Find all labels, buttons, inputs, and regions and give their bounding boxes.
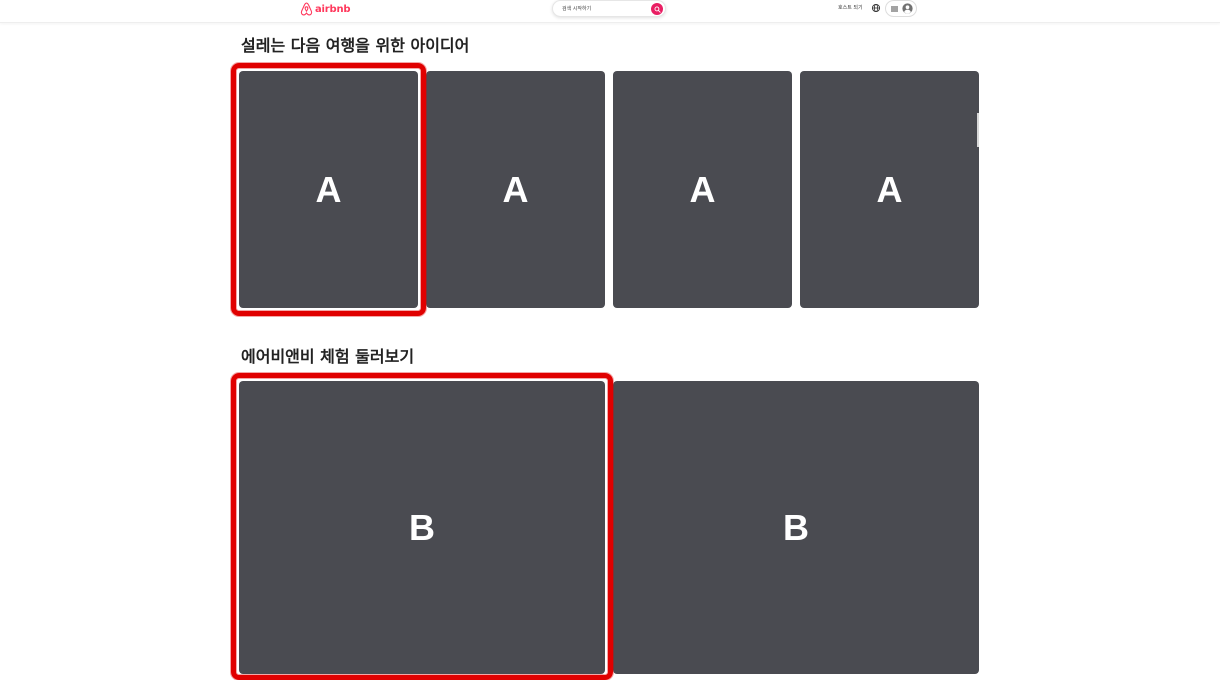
search-icon	[654, 6, 661, 13]
experience-card[interactable]: B	[613, 381, 979, 674]
become-host-link[interactable]: 호스트 되기	[838, 4, 863, 11]
airbnb-logo-icon	[300, 2, 313, 16]
top-navbar: airbnb 검색 시작하기 호스트 되기	[0, 0, 1220, 23]
search-button[interactable]	[651, 3, 663, 15]
profile-menu-button[interactable]	[885, 0, 917, 17]
card-label: A	[315, 168, 342, 210]
airbnb-logo[interactable]: airbnb	[300, 1, 351, 17]
menu-icon	[891, 6, 898, 11]
card-label: A	[502, 168, 529, 210]
section-title-experiences: 에어비앤비 체험 둘러보기	[241, 347, 415, 366]
logo-text: airbnb	[315, 3, 351, 15]
experience-card[interactable]: B	[239, 381, 605, 674]
avatar-icon	[902, 3, 913, 14]
card-label: B	[783, 506, 809, 548]
section-title-travel-ideas: 설레는 다음 여행을 위한 아이디어	[241, 36, 470, 55]
idea-card[interactable]: A	[426, 71, 605, 308]
globe-icon[interactable]	[871, 3, 881, 13]
card-label: A	[876, 168, 903, 210]
card-label: A	[689, 168, 716, 210]
search-placeholder: 검색 시작하기	[562, 6, 592, 12]
card-label: B	[409, 506, 435, 548]
idea-card[interactable]: A	[613, 71, 792, 308]
idea-card[interactable]: A	[800, 71, 979, 308]
carousel-scroll-indicator	[977, 113, 979, 147]
search-bar[interactable]: 검색 시작하기	[552, 0, 666, 17]
idea-card[interactable]: A	[239, 71, 418, 308]
